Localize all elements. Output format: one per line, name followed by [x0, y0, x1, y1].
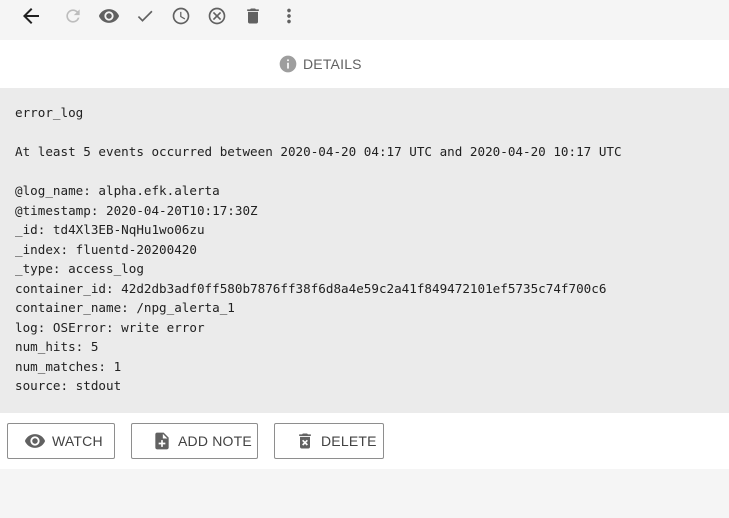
field-container-id: container_id: 42d2db3adf0ff580b7876ff38f…	[15, 280, 607, 296]
eye-icon	[24, 434, 46, 448]
field-num-hits: num_hits: 5	[15, 339, 99, 354]
delete-button-label: DELETE	[321, 433, 377, 449]
field-id: _id: td4Xl3EB-NqHu1wo06zu	[15, 222, 205, 237]
info-icon	[279, 55, 297, 73]
more-vert-icon	[287, 8, 291, 24]
trash-icon	[247, 8, 259, 24]
delete-toolbar-button[interactable]	[241, 4, 265, 28]
field-timestamp: @timestamp: 2020-04-20T10:17:30Z	[15, 202, 258, 218]
cancel-circle-icon	[208, 7, 226, 25]
check-icon	[137, 10, 153, 22]
tab-bar: DETAILS	[0, 40, 729, 88]
field-num-matches: num_matches: 1	[15, 358, 122, 374]
arrow-left-icon	[23, 8, 39, 24]
eye-icon	[98, 9, 120, 23]
acknowledge-button[interactable]	[133, 4, 157, 28]
note-add-icon	[155, 432, 169, 450]
action-bar: WATCH ADD NOTE DELETE	[0, 413, 729, 469]
more-options-button[interactable]	[277, 4, 301, 28]
alert-summary: At least 5 events occurred between 2020-…	[15, 144, 622, 159]
tab-details[interactable]: DETAILS	[274, 40, 366, 88]
refresh-button[interactable]	[61, 4, 85, 28]
alert-details: error_log At least 5 events occurred bet…	[0, 88, 729, 413]
add-note-button-label: ADD NOTE	[178, 433, 252, 449]
toolbar	[0, 0, 729, 40]
alert-title: error_log	[15, 105, 84, 120]
back-button[interactable]	[19, 4, 43, 28]
watch-button-label: WATCH	[52, 433, 103, 449]
field-log-name: @log_name: alpha.efk.alerta	[15, 183, 220, 198]
close-alert-button[interactable]	[205, 4, 229, 28]
field-container-name: container_name: /npg_alerta_1	[15, 300, 235, 315]
field-log: log: OSError: write error	[15, 319, 205, 335]
field-type: _type: access_log	[15, 261, 144, 276]
field-index: _index: fluentd-20200420	[15, 241, 197, 257]
delete-forever-icon	[299, 433, 311, 449]
add-note-button[interactable]: ADD NOTE	[131, 423, 258, 459]
field-source: source: stdout	[15, 378, 122, 393]
clock-icon	[172, 7, 190, 25]
shelve-button[interactable]	[169, 4, 193, 28]
watch-button[interactable]: WATCH	[7, 423, 115, 459]
delete-button[interactable]: DELETE	[274, 423, 384, 459]
tab-details-label: DETAILS	[303, 56, 362, 72]
refresh-icon	[66, 9, 80, 23]
watch-toolbar-button[interactable]	[97, 4, 121, 28]
